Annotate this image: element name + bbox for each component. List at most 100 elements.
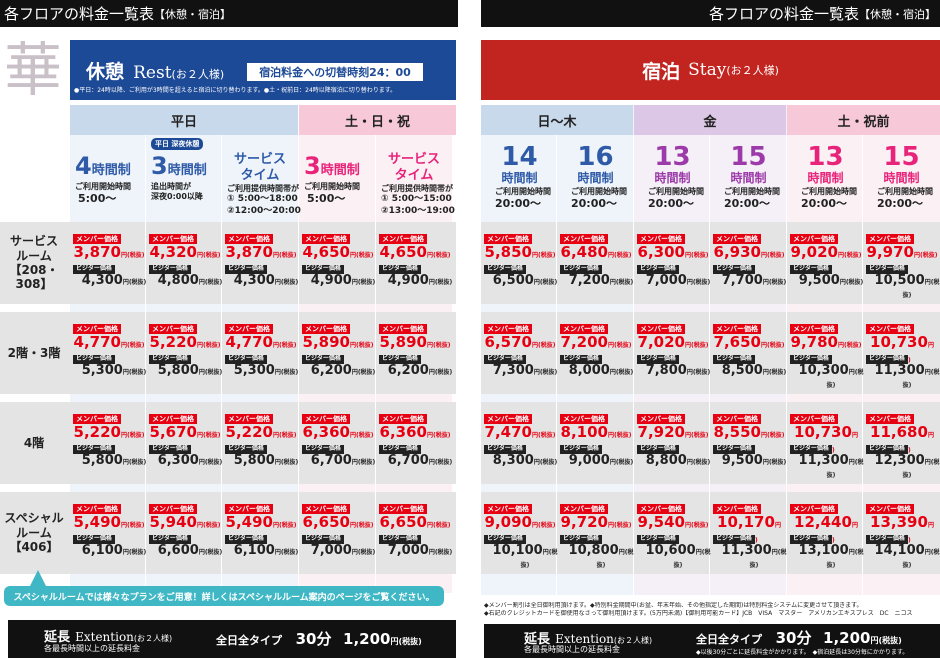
plan-title: 4時間制 [75, 154, 131, 178]
member-price-value: 6,480 [560, 243, 608, 261]
member-price-value: 6,930 [713, 243, 761, 261]
rest-title-main: 休憩 [86, 61, 125, 83]
visitor-price-value: 5,800 [233, 453, 275, 468]
yen-label: 円(税抜) [760, 432, 785, 439]
plan-line1: ご利用開始時間 [877, 187, 933, 196]
visitor-price: 4,900円(税抜) [385, 274, 455, 287]
plan-line2: 20:00〜 [724, 197, 771, 210]
member-price: 6,480円(税抜) [560, 245, 632, 260]
visitor-price-value: 11,300 [721, 543, 772, 558]
plan-line1: ご利用提供時間帯が [381, 184, 453, 193]
rest-plan-header: 4時間制 ご利用開始時間 5:00〜 [70, 138, 146, 218]
visitor-price-value: 11,300 [798, 453, 849, 468]
left-header-bar: 各フロアの料金一覧表 【休憩・宿泊】 [0, 0, 458, 27]
member-price-value: 12,440 [794, 513, 852, 531]
price-cell: メンバー価格 4,320円(税抜) ビジター価格 4,800円(税抜) [149, 234, 222, 294]
yen-label: 円(税抜) [760, 252, 785, 259]
visitor-price: 9,000円(税抜) [566, 454, 636, 467]
visitor-price-value: 4,800 [157, 273, 199, 288]
visitor-price-value: 14,100 [874, 543, 925, 558]
member-price-value: 11,680 [870, 423, 928, 441]
visitor-price: 4,900円(税抜) [308, 274, 378, 287]
plan-line3: ②12:00〜20:00 [227, 206, 301, 216]
visitor-price: 11,300円(税抜) [796, 454, 866, 480]
visitor-price: 12,300円(税抜) [872, 454, 940, 480]
yen-label: 円(税抜) [272, 522, 297, 529]
member-price: 6,360円(税抜) [379, 425, 451, 440]
yen-label: 円(税抜) [428, 549, 453, 556]
visitor-price-value: 5,300 [233, 363, 275, 378]
member-price: 3,870円(税抜) [225, 245, 297, 260]
yen-label: 円(税抜) [196, 432, 221, 439]
stay-plan-header: 15 時間制 ご利用開始時間 20:00〜 [863, 140, 940, 220]
member-price-value: 3,870 [225, 243, 273, 261]
member-price-value: 7,650 [713, 333, 761, 351]
price-cell: メンバー価格 7,920円(税抜) ビジター価格 8,800円(税抜) [637, 414, 710, 474]
visitor-price-value: 6,700 [387, 453, 429, 468]
plan-service: サービス [387, 152, 440, 167]
rest-title-banner: 休憩 Rest(お２人様) 宿泊料金への切替時刻24：00 ●平日：24時以降、… [70, 40, 456, 100]
plan-hours: 13 [654, 142, 691, 172]
member-price-value: 5,220 [73, 423, 121, 441]
visitor-price-value: 6,100 [233, 543, 275, 558]
plan-line1: ご利用開始時間 [724, 187, 780, 196]
visitor-price: 8,500円(税抜) [719, 364, 789, 377]
yen-label: 円(税抜) [120, 432, 145, 439]
yen-label: 円(税抜) [686, 459, 711, 466]
member-price-value: 6,570 [484, 333, 532, 351]
price-cell: メンバー価格 4,650円(税抜) ビジター価格 4,900円(税抜) [302, 234, 375, 294]
yen-label: 円(税抜) [272, 252, 297, 259]
plan-line2: 20:00〜 [571, 197, 618, 210]
member-price-value: 5,890 [302, 333, 350, 351]
plan-line1: ご利用開始時間 [801, 187, 857, 196]
ext-sub-left: (お２人様) [133, 634, 173, 643]
yen-label: 円(税抜) [351, 459, 376, 466]
plan-line1: ご利用開始時間 [571, 187, 627, 196]
visitor-price: 4,800円(税抜) [155, 274, 225, 287]
price-sheet: 各フロアの料金一覧表 【休憩・宿泊】 各フロアの料金一覧表 【休憩・宿泊】 華 休憩… [0, 0, 940, 658]
visitor-price: 6,200円(税抜) [308, 364, 378, 377]
price-cell: メンバー価格12,440円(税抜)ビジター価格13,100円(税抜) [790, 504, 863, 569]
member-price: 9,780円(税抜) [790, 335, 862, 350]
member-price-value: 5,850 [484, 243, 532, 261]
plan-unit: 時間制 [91, 163, 131, 178]
visitor-price: 7,000円(税抜) [308, 544, 378, 557]
yen-label: 円(税抜) [607, 342, 632, 349]
price-cell: メンバー価格 5,220円(税抜) ビジター価格 5,800円(税抜) [149, 324, 222, 384]
plan-service: サービス [233, 152, 286, 167]
member-price: 9,090円(税抜) [484, 515, 556, 530]
visitor-price-value: 6,500 [492, 273, 534, 288]
visitor-price: 11,300円(税抜) [719, 544, 789, 570]
member-price-value: 4,650 [379, 243, 427, 261]
yen-label: 円(税抜) [531, 342, 556, 349]
visitor-price: 8,800円(税抜) [643, 454, 713, 467]
ext-min-left: 30分 [295, 630, 332, 648]
plan-line2: ① 5:00〜18:00 [227, 194, 298, 204]
plan-line2: 20:00〜 [648, 197, 695, 210]
stay-title-banner: 宿泊 Stay (お２人様) [481, 40, 940, 100]
price-cell: メンバー価格 5,220円(税抜) ビジター価格 5,800円(税抜) [225, 414, 298, 474]
yen-label: 円(税抜) [120, 342, 145, 349]
price-cell: メンバー価格 5,670円(税抜) ビジター価格 6,300円(税抜) [149, 414, 222, 474]
member-price-value: 3,870 [73, 243, 121, 261]
member-price-value: 5,890 [379, 333, 427, 351]
yen-label: 円(税抜) [533, 459, 558, 466]
visitor-price-value: 9,500 [721, 453, 763, 468]
visitor-price: 6,500円(税抜) [490, 274, 560, 287]
plan-title: 3時間制 [151, 154, 207, 178]
member-price: 9,720円(税抜) [560, 515, 632, 530]
rest-row-label: 4階 [23, 435, 45, 450]
visitor-price: 5,800円(税抜) [79, 454, 149, 467]
price-cell: メンバー価格 6,480円(税抜) ビジター価格 7,200円(税抜) [560, 234, 633, 294]
member-price-value: 6,360 [302, 423, 350, 441]
member-price: 5,670円(税抜) [149, 425, 221, 440]
yen-label: 円(税抜) [122, 279, 147, 286]
visitor-price-value: 7,700 [721, 273, 763, 288]
ext-note-left: 各最長時間以上の延長料金 [44, 644, 140, 653]
plan-unit: 時間制 [577, 171, 614, 185]
yen-label: 円(税抜) [684, 252, 709, 259]
visitor-price-value: 8,500 [721, 363, 763, 378]
price-cell: メンバー価格 8,100円(税抜) ビジター価格 9,000円(税抜) [560, 414, 633, 474]
price-cell: メンバー価格 9,780円(税抜) ビジター価格 10,300円(税抜) [790, 324, 863, 389]
yen-label: 円(税抜) [686, 369, 711, 376]
